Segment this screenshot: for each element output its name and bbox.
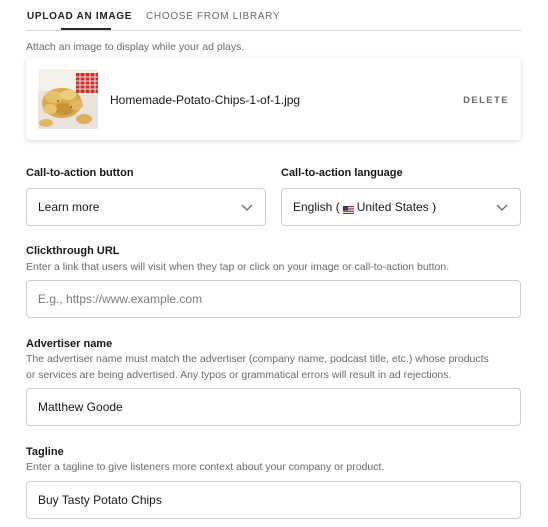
tagline-input[interactable] <box>38 493 520 507</box>
advertiser-name-label: Advertiser name <box>26 338 113 350</box>
clickthrough-url-label: Clickthrough URL <box>26 245 120 257</box>
tagline-hint: Enter a tagline to give listeners more c… <box>26 461 385 473</box>
advertiser-name-hint-line1: The advertiser name must match the adver… <box>26 353 489 365</box>
cta-language-label: Call-to-action language <box>281 167 403 179</box>
uploaded-file-card: Homemade-Potato-Chips-1-of-1.jpg DELETE <box>26 58 521 140</box>
us-flag-icon <box>342 203 354 214</box>
image-source-tabs: UPLOAD AN IMAGE CHOOSE FROM LIBRARY <box>26 0 521 31</box>
clickthrough-url-input[interactable] <box>38 292 520 306</box>
advertiser-name-field[interactable] <box>26 388 521 426</box>
image-thumbnail <box>38 69 98 129</box>
chevron-down-icon <box>496 204 508 211</box>
active-tab-indicator <box>61 28 111 30</box>
chevron-down-icon <box>241 204 253 211</box>
file-name: Homemade-Potato-Chips-1-of-1.jpg <box>110 93 301 107</box>
clickthrough-url-field[interactable] <box>26 280 521 318</box>
tagline-field[interactable] <box>26 481 521 519</box>
advertiser-name-hint-line2: or services are being advertised. Any ty… <box>26 369 452 381</box>
tagline-label: Tagline <box>26 446 64 458</box>
tab-upload-image[interactable]: UPLOAD AN IMAGE <box>27 11 132 22</box>
delete-button[interactable]: DELETE <box>463 95 509 106</box>
cta-language-value-prefix: English ( <box>293 200 340 214</box>
cta-button-label: Call-to-action button <box>26 167 134 179</box>
cta-button-value: Learn more <box>38 200 100 214</box>
advertiser-name-input[interactable] <box>38 400 520 414</box>
tab-choose-from-library[interactable]: CHOOSE FROM LIBRARY <box>146 11 280 22</box>
cta-language-select[interactable]: English ( United States ) <box>281 188 521 226</box>
cta-language-value-country: United States ) <box>356 200 437 214</box>
cta-button-select[interactable]: Learn more <box>26 188 266 226</box>
clickthrough-url-hint: Enter a link that users will visit when … <box>26 261 450 273</box>
upload-hint: Attach an image to display while your ad… <box>26 41 245 53</box>
